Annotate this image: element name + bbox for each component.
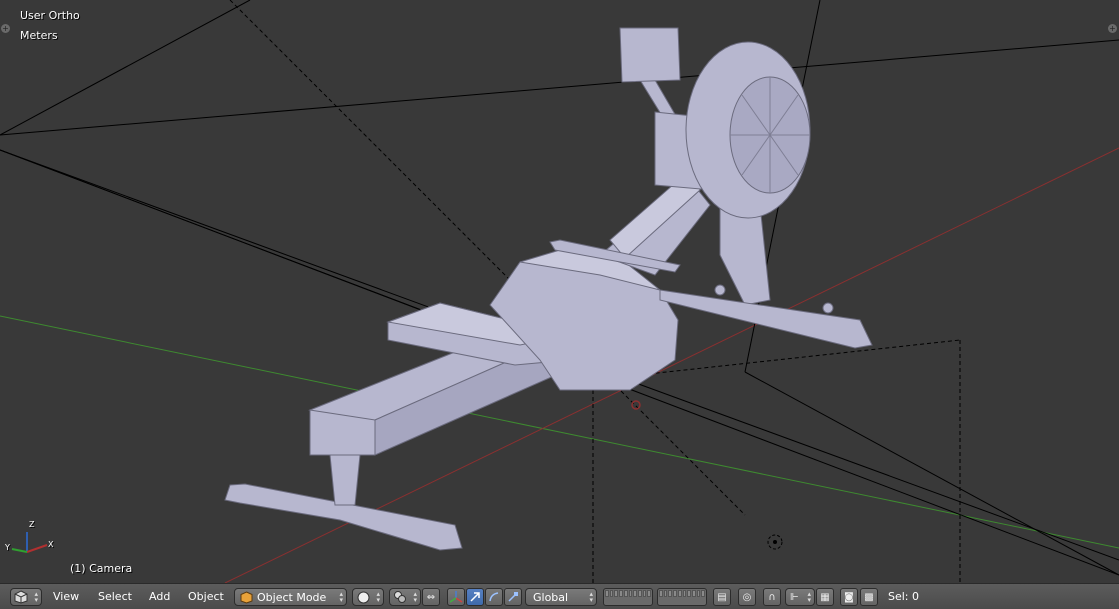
properties-toggle-icon[interactable]: + bbox=[1108, 24, 1117, 33]
cube-icon bbox=[14, 590, 28, 604]
menu-add[interactable]: Add bbox=[149, 590, 170, 603]
rotate-manipulator-icon[interactable] bbox=[485, 588, 503, 606]
manipulate-center-points-icon[interactable]: ⇔ bbox=[422, 588, 440, 606]
viewport-header: ▴ ▾ View Select Add Object Object Mode ▴ ▾… bbox=[0, 583, 1119, 609]
snap-element-dropdown[interactable]: ⊩ ▴ ▾ bbox=[785, 588, 815, 606]
manipulator-toggle-icon[interactable] bbox=[447, 588, 465, 606]
menu-object[interactable]: Object bbox=[188, 590, 224, 603]
rowing-machine-mesh[interactable] bbox=[224, 27, 873, 551]
snap-magnet-icon[interactable]: ∩ bbox=[763, 588, 781, 606]
lock-layers-icon[interactable]: ▤ bbox=[713, 588, 731, 606]
sphere-solid-icon bbox=[357, 591, 370, 603]
pivot-icon bbox=[394, 591, 406, 603]
snap-increment-icon: ⊩ bbox=[790, 591, 799, 603]
menu-select[interactable]: Select bbox=[98, 590, 132, 603]
scale-manipulator-icon[interactable] bbox=[504, 588, 522, 606]
translate-manipulator-icon[interactable] bbox=[466, 588, 484, 606]
editor-type-button[interactable]: ▴ ▾ bbox=[10, 588, 42, 606]
scale-icon bbox=[508, 592, 518, 602]
viewport-shading-dropdown[interactable]: ▴ ▾ bbox=[352, 588, 384, 606]
tool-shelf-toggle-icon[interactable]: + bbox=[1, 24, 10, 33]
render-camera-icon[interactable]: ◙ bbox=[840, 588, 858, 606]
origin-marker bbox=[631, 400, 641, 410]
proportional-edit-icon[interactable]: ◎ bbox=[738, 588, 756, 606]
units-label: Meters bbox=[20, 29, 58, 42]
rotate-arc-icon bbox=[489, 592, 499, 602]
selection-stats: Sel: 0 bbox=[888, 590, 920, 603]
axis-gizmo bbox=[11, 532, 48, 553]
menu-view[interactable]: View bbox=[53, 590, 79, 603]
arrow-icon bbox=[470, 592, 480, 602]
object-mode-icon bbox=[240, 591, 253, 604]
gizmo-z-label: Z bbox=[29, 520, 35, 529]
snap-target-icon[interactable]: ▦ bbox=[816, 588, 834, 606]
gizmo-x-label: X bbox=[48, 540, 54, 549]
gizmo-y-label: Y bbox=[5, 543, 10, 552]
active-object-label: (1) Camera bbox=[70, 562, 133, 575]
transform-orientation-dropdown[interactable]: Global ▴ ▾ bbox=[525, 588, 597, 606]
3d-viewport[interactable]: User Ortho Meters (1) Camera Z X Y + + bbox=[0, 0, 1119, 583]
layers-group-2[interactable] bbox=[657, 588, 707, 606]
view-name-label: User Ortho bbox=[20, 9, 80, 22]
3d-cursor[interactable] bbox=[767, 534, 783, 550]
pivot-point-dropdown[interactable]: ▴ ▾ bbox=[389, 588, 421, 606]
render-animation-icon[interactable]: ▩ bbox=[860, 588, 878, 606]
scene-canvas[interactable] bbox=[0, 0, 1119, 583]
layers-group-1[interactable] bbox=[603, 588, 653, 606]
axis-arrows-icon bbox=[449, 591, 463, 603]
mode-dropdown[interactable]: Object Mode ▴ ▾ bbox=[234, 588, 347, 606]
